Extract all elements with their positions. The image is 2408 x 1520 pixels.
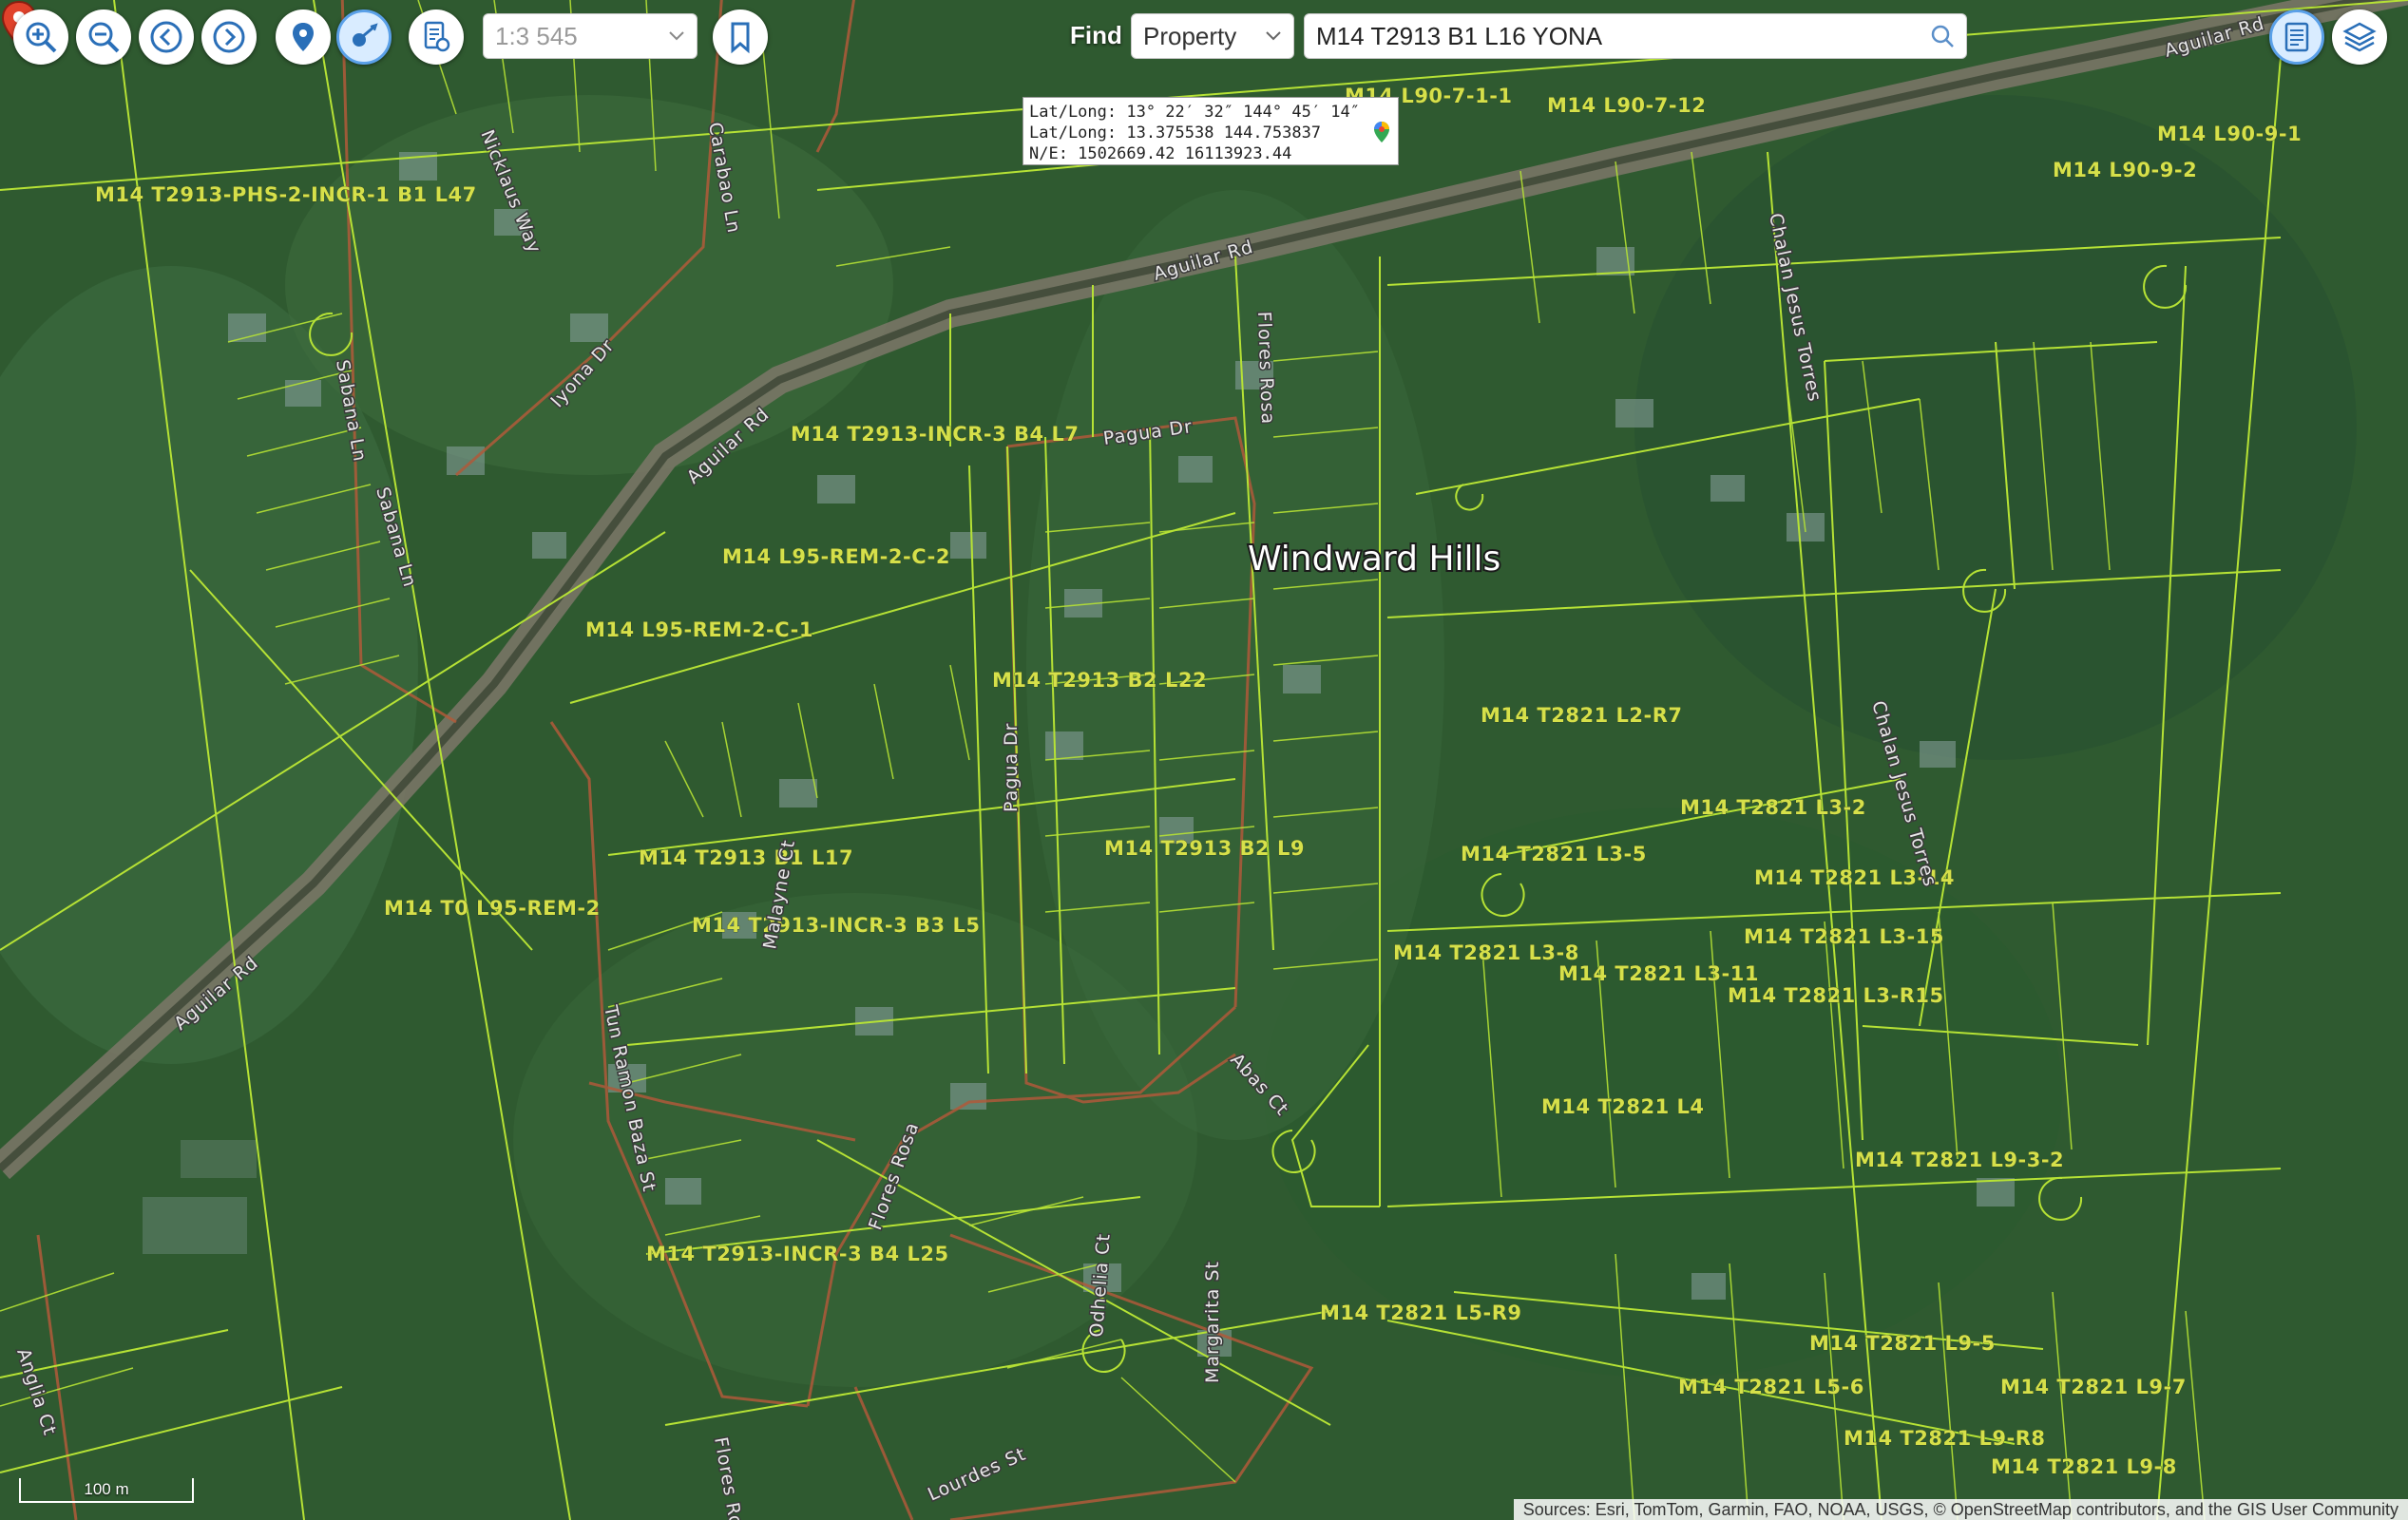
parcel-label: M14 T2821 L3-2 (1680, 796, 1866, 819)
location-pin-icon (293, 23, 314, 51)
street-label: Pagua Dr (1001, 723, 1022, 812)
report-button[interactable] (409, 10, 464, 65)
search-icon[interactable] (1930, 24, 1955, 48)
parcel-label: M14 T2913-INCR-3 B3 L5 (692, 914, 980, 937)
find-search-input[interactable]: M14 T2913 B1 L16 YONA (1304, 13, 1967, 59)
forward-icon (213, 21, 245, 53)
coord-ne: N/E: 1502669.42 16113923.44 (1029, 144, 1292, 163)
parcel-label: M14 T2821 L9-5 (1809, 1332, 1996, 1355)
scale-bar: 100 m (19, 1478, 194, 1503)
back-button[interactable] (139, 10, 194, 65)
parcel-label: M14 T2821 L5-R9 (1320, 1302, 1522, 1324)
measure-button[interactable] (336, 10, 392, 65)
parcel-label: M14 L90-9-1 (2157, 123, 2302, 145)
map-canvas[interactable]: Windward Hills M14 T2913-PHS-2-INCR-1 B1… (0, 0, 2408, 1520)
parcel-label: M14 T2913 B2 L9 (1104, 837, 1305, 860)
parcel-label: M14 T2913 B2 L22 (992, 669, 1207, 692)
bookmark-icon (731, 22, 750, 54)
parcel-label: M14 T2821 L9-8 (1991, 1455, 2177, 1478)
place-label-windward-hills: Windward Hills (1248, 540, 1500, 579)
parcel-label: M14 T2821 L3-5 (1461, 843, 1647, 865)
back-icon (150, 21, 182, 53)
parcel-label: M14 T2821 L4 (1541, 1095, 1705, 1118)
scale-select[interactable]: 1:3 545 (483, 13, 698, 59)
parcel-label: M14 T2913 B1 L17 (639, 846, 853, 869)
measure-icon (353, 23, 378, 47)
parcel-label: M14 T2821 L9-3-2 (1855, 1149, 2064, 1171)
report-icon (424, 21, 450, 52)
find-type-select[interactable]: Property (1131, 13, 1294, 59)
street-label: Margarita St (1202, 1261, 1223, 1383)
bookmark-button[interactable] (713, 10, 768, 65)
parcel-label: M14 L90-7-12 (1547, 94, 1706, 117)
layers-button[interactable] (2332, 10, 2387, 65)
parcel-label: M14 T2821 L3-11 (1558, 962, 1759, 985)
parcel-label: M14 T2821 L9-R8 (1844, 1427, 2046, 1450)
document-icon (2284, 22, 2309, 52)
coord-dms: Lat/Long: 13° 22′ 32″ 144° 45′ 14″ (1029, 103, 1360, 122)
parcel-label: M14 T2821 L2-R7 (1481, 704, 1683, 727)
parcel-label: M14 T2821 L9-7 (2000, 1376, 2187, 1398)
locate-button[interactable] (276, 10, 331, 65)
forward-button[interactable] (201, 10, 257, 65)
parcel-label: M14 T2821 L3-R15 (1728, 984, 1944, 1007)
document-button[interactable] (2269, 10, 2324, 65)
parcel-label: M14 T2821 L5-6 (1678, 1376, 1864, 1398)
zoom-out-icon (88, 22, 120, 53)
parcel-label: M14 L95-REM-2-C-1 (585, 618, 813, 641)
parcel-label: M14 T0 L95-REM-2 (384, 897, 601, 920)
attribution: Sources: Esri, TomTom, Garmin, FAO, NOAA… (1513, 1499, 2408, 1520)
parcel-label: M14 T2913-INCR-3 B4 L25 (646, 1243, 949, 1265)
zoom-in-icon (26, 22, 57, 53)
coord-decimal: Lat/Long: 13.375538 144.753837 (1029, 124, 1322, 142)
layers-icon (2342, 22, 2377, 52)
coordinate-readout: Lat/Long: 13° 22′ 32″ 144° 45′ 14″ Lat/L… (1022, 97, 1399, 165)
chevron-down-icon (669, 31, 684, 41)
parcel-label: M14 L90-9-2 (2053, 159, 2197, 181)
parcel-label: M14 L95-REM-2-C-2 (722, 545, 950, 568)
parcel-label: M14 T2913-PHS-2-INCR-1 B1 L47 (95, 183, 477, 206)
street-label: Flores Rosa (1253, 311, 1278, 425)
zoom-in-button[interactable] (13, 10, 68, 65)
find-label: Find (1070, 21, 1122, 49)
parcel-label: M14 T2821 L3-8 (1393, 941, 1579, 964)
parcel-label: M14 T2821 L3-15 (1744, 925, 1944, 948)
chevron-down-icon (1266, 31, 1281, 41)
map-view[interactable]: Windward Hills M14 T2913-PHS-2-INCR-1 B1… (0, 0, 2408, 1520)
google-maps-pin-icon[interactable] (1373, 121, 1390, 143)
zoom-out-button[interactable] (76, 10, 131, 65)
parcel-label: M14 T2913-INCR-3 B4 L7 (791, 423, 1079, 446)
find-query: M14 T2913 B1 L16 YONA (1316, 21, 1603, 50)
find-type-value: Property (1143, 21, 1237, 50)
scale-value: 1:3 545 (495, 21, 578, 50)
